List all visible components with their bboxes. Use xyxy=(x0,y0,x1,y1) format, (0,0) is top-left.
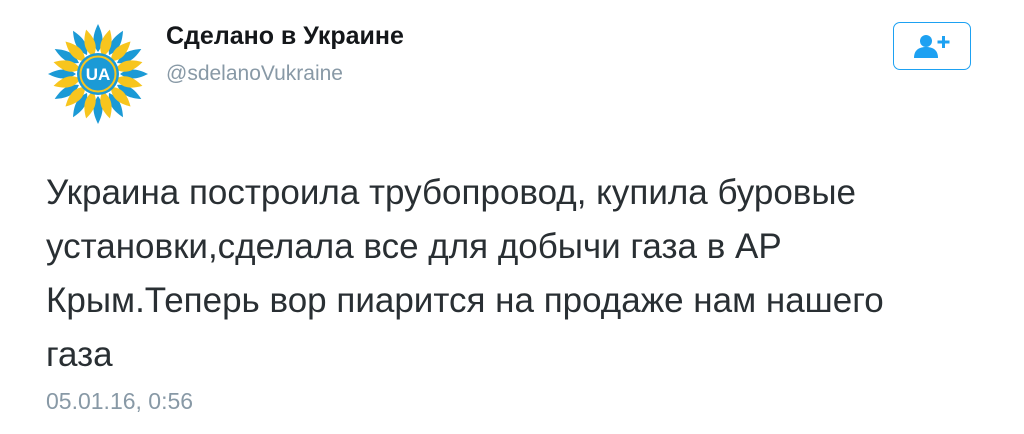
tweet-text: Украина построила трубопровод, купила бу… xyxy=(46,173,884,374)
sunflower-logo-icon: UA xyxy=(48,24,148,124)
follow-button[interactable] xyxy=(893,22,971,70)
avatar-label: UA xyxy=(86,65,111,84)
add-user-icon xyxy=(914,35,950,58)
tweet-timestamp[interactable]: 05.01.16, 0:56 xyxy=(46,388,193,415)
display-name[interactable]: Сделано в Украине xyxy=(166,22,404,51)
avatar[interactable]: UA xyxy=(46,22,150,126)
user-handle[interactable]: @sdelanoVukraine xyxy=(166,62,343,86)
tweet: UA Сделано в Украине @sdelanoVukraine Ук… xyxy=(0,0,1024,434)
